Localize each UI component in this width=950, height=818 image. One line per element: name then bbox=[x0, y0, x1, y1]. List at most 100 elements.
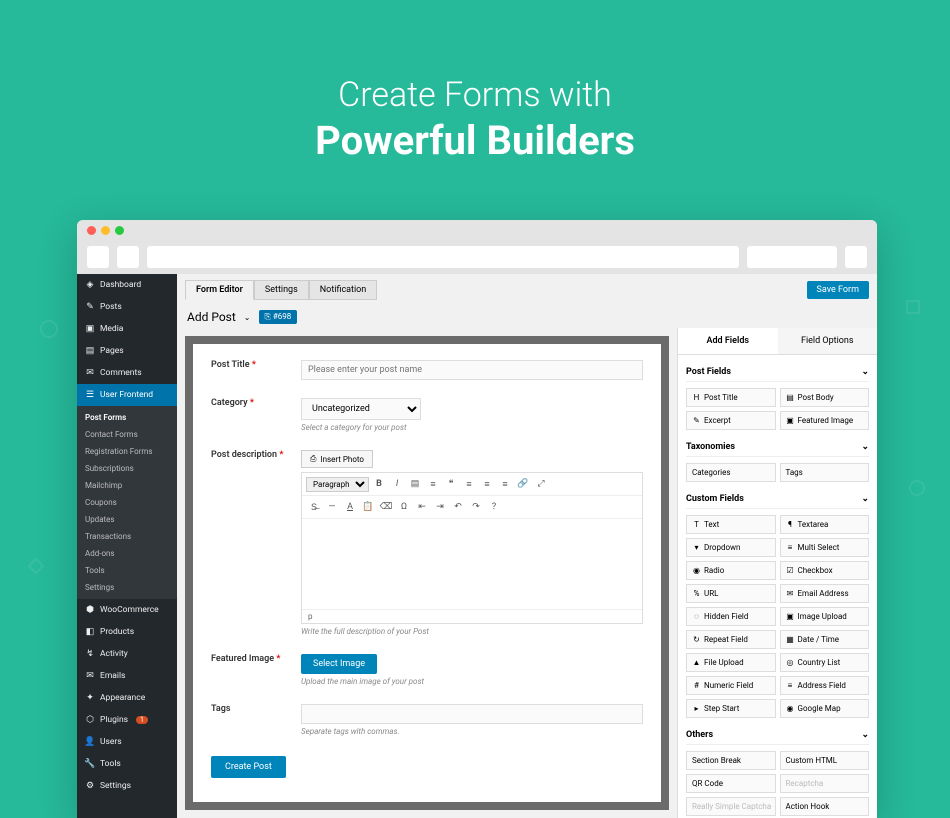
sidebar-sub-updates[interactable]: Updates bbox=[77, 511, 177, 528]
field-type-categories[interactable]: Categories bbox=[686, 463, 776, 482]
field-type-custom-html[interactable]: Custom HTML bbox=[780, 751, 870, 770]
field-type-tags[interactable]: Tags bbox=[780, 463, 870, 482]
sidebar-sub-tools[interactable]: Tools bbox=[77, 562, 177, 579]
redo-icon[interactable]: ↷ bbox=[468, 499, 484, 515]
sidebar-item-plugins[interactable]: ⬡Plugins1 bbox=[77, 709, 177, 731]
field-type-url[interactable]: %URL bbox=[686, 584, 776, 603]
chevron-down-icon[interactable]: ⌄ bbox=[244, 313, 251, 322]
text-color-icon[interactable]: A bbox=[342, 499, 358, 515]
field-type-google-map[interactable]: ◉Google Map bbox=[780, 699, 870, 718]
editor-textarea[interactable] bbox=[302, 519, 642, 609]
maximize-dot[interactable] bbox=[115, 226, 124, 235]
field-type-numeric-field[interactable]: #Numeric Field bbox=[686, 676, 776, 695]
minimize-dot[interactable] bbox=[101, 226, 110, 235]
tab-form-editor[interactable]: Form Editor bbox=[185, 280, 254, 300]
sidebar-item-comments[interactable]: ✉Comments bbox=[77, 362, 177, 384]
field-type-textarea[interactable]: ¶Textarea bbox=[780, 515, 870, 534]
expand-icon[interactable]: ⤢ bbox=[533, 476, 549, 492]
align-right-icon[interactable]: ≡ bbox=[497, 476, 513, 492]
field-type-country-list[interactable]: ◎Country List bbox=[780, 653, 870, 672]
field-type-section-break[interactable]: Section Break bbox=[686, 751, 776, 770]
sidebar-sub-subscriptions[interactable]: Subscriptions bbox=[77, 460, 177, 477]
panel-tab-add-fields[interactable]: Add Fields bbox=[678, 328, 778, 354]
help-icon[interactable]: ? bbox=[486, 499, 502, 515]
toolbar-square-3[interactable] bbox=[845, 246, 867, 268]
sidebar-item-settings[interactable]: ⚙Settings bbox=[77, 775, 177, 797]
field-type-date---time[interactable]: ▦Date / Time bbox=[780, 630, 870, 649]
sidebar-item-emails[interactable]: ✉Emails bbox=[77, 665, 177, 687]
create-post-button[interactable]: Create Post bbox=[211, 756, 286, 778]
char-icon[interactable]: Ω bbox=[396, 499, 412, 515]
number-list-icon[interactable]: ≡ bbox=[425, 476, 441, 492]
field-type-hidden-field[interactable]: ◌Hidden Field bbox=[686, 607, 776, 626]
select-image-button[interactable]: Select Image bbox=[301, 654, 377, 674]
field-type-post-body[interactable]: ▤Post Body bbox=[780, 388, 870, 407]
shortcode-chip[interactable]: ⎘ #698 bbox=[259, 310, 298, 324]
link-icon[interactable]: 🔗 bbox=[515, 476, 531, 492]
hr-icon[interactable]: — bbox=[324, 499, 340, 515]
field-type-step-start[interactable]: ▸Step Start bbox=[686, 699, 776, 718]
field-type-radio[interactable]: ◉Radio bbox=[686, 561, 776, 580]
field-type-featured-image[interactable]: ▣Featured Image bbox=[780, 411, 870, 430]
quote-icon[interactable]: ❝ bbox=[443, 476, 459, 492]
undo-icon[interactable]: ↶ bbox=[450, 499, 466, 515]
sidebar-sub-mailchimp[interactable]: Mailchimp bbox=[77, 477, 177, 494]
tab-notification[interactable]: Notification bbox=[309, 280, 378, 300]
field-type-action-hook[interactable]: Action Hook bbox=[780, 797, 870, 816]
sidebar-sub-add-ons[interactable]: Add-ons bbox=[77, 545, 177, 562]
clear-icon[interactable]: ⌫ bbox=[378, 499, 394, 515]
field-type-post-title[interactable]: HPost Title bbox=[686, 388, 776, 407]
outdent-icon[interactable]: ⇤ bbox=[414, 499, 430, 515]
sidebar-item-appearance[interactable]: ✦Appearance bbox=[77, 687, 177, 709]
strike-icon[interactable]: S̶ bbox=[306, 499, 322, 515]
sidebar-item-tools[interactable]: 🔧Tools bbox=[77, 753, 177, 775]
sidebar-item-media[interactable]: ▣Media bbox=[77, 318, 177, 340]
sidebar-item-dashboard[interactable]: ◈Dashboard bbox=[77, 274, 177, 296]
tab-settings[interactable]: Settings bbox=[254, 280, 309, 300]
insert-photo-button[interactable]: ⎙Insert Photo bbox=[301, 450, 373, 468]
field-type-image-upload[interactable]: ▣Image Upload bbox=[780, 607, 870, 626]
paragraph-select[interactable]: Paragraph bbox=[306, 477, 369, 492]
sidebar-item-products[interactable]: ◧Products bbox=[77, 621, 177, 643]
toolbar-square-1[interactable] bbox=[87, 246, 109, 268]
category-select[interactable]: Uncategorized bbox=[301, 398, 421, 420]
field-type-multi-select[interactable]: ≡Multi Select bbox=[780, 538, 870, 557]
save-form-button[interactable]: Save Form bbox=[807, 281, 869, 299]
field-type-text[interactable]: TText bbox=[686, 515, 776, 534]
sidebar-item-posts[interactable]: ✎Posts bbox=[77, 296, 177, 318]
section-header[interactable]: Custom Fields⌄ bbox=[686, 490, 869, 509]
bold-icon[interactable]: B bbox=[371, 476, 387, 492]
sidebar-item-user-frontend[interactable]: ☰User Frontend bbox=[77, 384, 177, 406]
section-header[interactable]: Others⌄ bbox=[686, 726, 869, 745]
paste-icon[interactable]: 📋 bbox=[360, 499, 376, 515]
field-type-qr-code[interactable]: QR Code bbox=[686, 774, 776, 793]
section-header[interactable]: Taxonomies⌄ bbox=[686, 438, 869, 457]
field-type-checkbox[interactable]: ☑Checkbox bbox=[780, 561, 870, 580]
sidebar-sub-contact-forms[interactable]: Contact Forms bbox=[77, 426, 177, 443]
section-header[interactable]: Post Fields⌄ bbox=[686, 363, 869, 382]
field-type-file-upload[interactable]: ▲File Upload bbox=[686, 653, 776, 672]
field-type-email-address[interactable]: ✉Email Address bbox=[780, 584, 870, 603]
sidebar-item-activity[interactable]: ↯Activity bbox=[77, 643, 177, 665]
sidebar-sub-transactions[interactable]: Transactions bbox=[77, 528, 177, 545]
sidebar-sub-coupons[interactable]: Coupons bbox=[77, 494, 177, 511]
sidebar-item-users[interactable]: 👤Users bbox=[77, 731, 177, 753]
post-title-input[interactable] bbox=[301, 360, 643, 380]
sidebar-sub-settings[interactable]: Settings bbox=[77, 579, 177, 596]
italic-icon[interactable]: I bbox=[389, 476, 405, 492]
sidebar-sub-registration-forms[interactable]: Registration Forms bbox=[77, 443, 177, 460]
sidebar-item-woocommerce[interactable]: ⬢WooCommerce bbox=[77, 599, 177, 621]
field-type-excerpt[interactable]: ✎Excerpt bbox=[686, 411, 776, 430]
align-left-icon[interactable]: ≡ bbox=[461, 476, 477, 492]
indent-icon[interactable]: ⇥ bbox=[432, 499, 448, 515]
sidebar-sub-post-forms[interactable]: Post Forms bbox=[77, 409, 177, 426]
toolbar-square-2[interactable] bbox=[117, 246, 139, 268]
sidebar-item-pages[interactable]: ▤Pages bbox=[77, 340, 177, 362]
toolbar-button[interactable] bbox=[747, 246, 837, 268]
field-type-dropdown[interactable]: ▾Dropdown bbox=[686, 538, 776, 557]
close-dot[interactable] bbox=[87, 226, 96, 235]
url-bar[interactable] bbox=[147, 246, 739, 268]
tags-input[interactable] bbox=[301, 704, 643, 724]
field-type-repeat-field[interactable]: ↻Repeat Field bbox=[686, 630, 776, 649]
bullet-list-icon[interactable]: ▤ bbox=[407, 476, 423, 492]
